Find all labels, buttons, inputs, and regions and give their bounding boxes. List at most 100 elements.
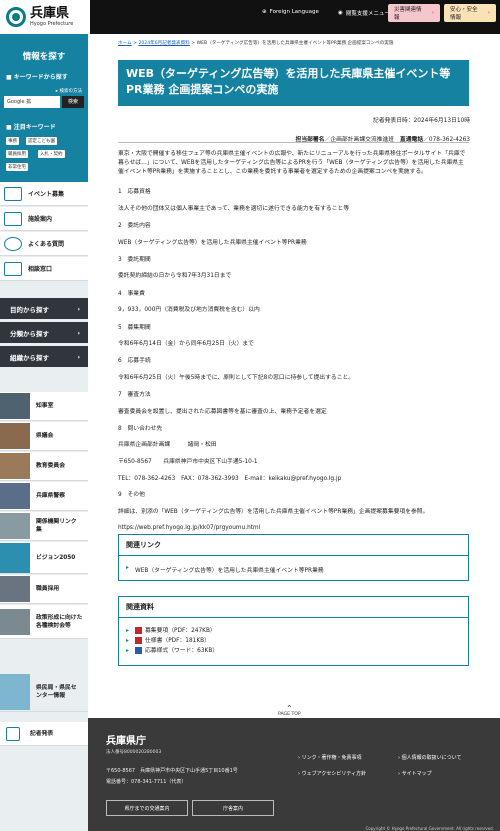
- browse-by-category-button[interactable]: 分類から探す ›: [0, 322, 88, 343]
- footer-link-copyright[interactable]: › リンク・著作権・免責事項: [298, 754, 362, 761]
- sidebar-item-label: イベント募集: [28, 191, 65, 198]
- browse-by-purpose-button[interactable]: 目的から探す ›: [0, 298, 88, 319]
- sidebar-link-police[interactable]: 兵庫県警察: [0, 482, 88, 511]
- search-howto-link[interactable]: ▸ 検索の方法: [56, 88, 82, 94]
- section-heading: 3 委託期間: [118, 257, 151, 263]
- browse-by-purpose-label: 目的から探す: [10, 305, 49, 314]
- related-orgs-photo: [0, 513, 30, 539]
- related-docs-heading: 関連資料: [119, 597, 468, 618]
- sidebar-link-governor[interactable]: 知事室: [0, 392, 88, 421]
- sidebar-link-label: 記者発表: [30, 730, 54, 737]
- section-body: 詳細は、別添の「WEB（ターゲティング広告等）を活用した兵庫県主催イベント等PR…: [118, 509, 429, 515]
- sidebar-item-events[interactable]: イベント募集: [0, 182, 88, 206]
- chevron-right-icon: ›: [431, 10, 434, 16]
- sidebar-link-press[interactable]: 記者発表: [0, 722, 88, 746]
- site-logo[interactable]: 兵庫県 Hyogo Prefecture: [0, 0, 90, 34]
- sidebar-link-related-orgs[interactable]: 関係機関リンク集: [0, 512, 88, 541]
- logo-title: 兵庫県: [30, 6, 70, 21]
- related-doc-link[interactable]: 募集要項（PDF：247KB）: [119, 626, 468, 636]
- chevron-right-icon: ›: [77, 352, 80, 361]
- sidebar-link-vision[interactable]: ビジョン2050: [0, 542, 88, 574]
- site-header: 兵庫県 Hyogo Prefecture ⊕ Foreign Language …: [0, 0, 500, 34]
- safety-info-button[interactable]: 安心・安全情報 ›: [444, 4, 496, 22]
- breadcrumb-parent[interactable]: 2024年6月記者発表資料: [138, 41, 189, 46]
- sidebar-item-facilities[interactable]: 施設案内: [0, 207, 88, 231]
- section-body: WEB（ターゲティング広告等）を活用した兵庫県主催イベント等PR業務: [118, 240, 307, 246]
- keyword-search-heading: ■ キーワードから探す: [6, 74, 68, 81]
- browse-by-organization-button[interactable]: 組織から探す ›: [0, 346, 88, 367]
- keyword-tag[interactable]: 事務: [6, 137, 19, 145]
- page-title: WEB（ターゲティング広告等）を活用した兵庫県主催イベント等PR業務 企画提案コ…: [118, 60, 469, 106]
- related-doc-label: 仕様書（PDF：181KB）: [145, 638, 210, 644]
- breadcrumb-current: WEB（ターゲティング広告等）を活用した兵庫県主催イベント等PR業務 企画提案コ…: [196, 41, 394, 46]
- access-guide-button[interactable]: 県庁までの交通案内: [106, 800, 188, 816]
- sidebar-link-recruitment[interactable]: 職員採用: [0, 575, 88, 604]
- building-guide-button[interactable]: 庁舎案内: [192, 800, 274, 816]
- divider: [118, 142, 469, 143]
- hyogo-map-image: [0, 673, 30, 710]
- globe-icon: ⊕: [262, 9, 267, 15]
- governor-photo: [0, 393, 30, 419]
- related-doc-label: 応募様式（ワード：63KB）: [145, 648, 219, 654]
- sidebar-link-assembly[interactable]: 県議会: [0, 422, 88, 451]
- section-body: 法人その他の団体又は個人事業主であって、業務を適切に遂行できる能力を有すること等: [118, 206, 350, 212]
- police-photo: [0, 483, 30, 509]
- related-doc-label: 募集要項（PDF：247KB）: [145, 628, 216, 634]
- sidebar-link-policy-meetings[interactable]: 政策形成に向けた各種検討会等: [0, 605, 88, 639]
- related-links-box: 関連リンク WEB（ターゲティング広告等）を活用した兵庫県主催イベント等PR業務: [118, 534, 469, 581]
- section-heading: 9 その他: [118, 492, 145, 498]
- chevron-right-icon: ›: [77, 328, 80, 337]
- breadcrumb-separator: >: [189, 41, 197, 46]
- foreign-language-link[interactable]: ⊕ Foreign Language: [262, 9, 319, 15]
- search-input[interactable]: Google 拡: [4, 96, 60, 108]
- sidebar-link-label: 職員採用: [36, 586, 60, 592]
- sidebar-item-faq[interactable]: よくある質問: [0, 232, 88, 256]
- section-heading: 2 委託内容: [118, 223, 151, 229]
- keyword-tag[interactable]: 職員採用: [6, 150, 28, 158]
- sidebar-link-regional-centers[interactable]: 県民局・県民センター情報: [0, 672, 88, 712]
- sidebar-item-label: 施設案内: [28, 216, 53, 223]
- footer-link-sitemap[interactable]: › サイトマップ: [398, 770, 432, 777]
- sidebar-title: 情報を探す: [22, 52, 66, 62]
- consultation-icon: [4, 261, 22, 276]
- footer-org-name: 兵庫県庁: [106, 736, 146, 747]
- sidebar-link-label: 関係機関リンク集: [36, 519, 77, 533]
- related-doc-link[interactable]: 仕様書（PDF：181KB）: [119, 636, 468, 646]
- section-heading: 7 審査方法: [118, 392, 151, 398]
- page-top-button[interactable]: ⌃ PAGE TOP: [278, 705, 301, 718]
- footer-tel: 電話番号：078-341-7711（代表）: [106, 779, 187, 785]
- inquiry-dept: 兵庫県企画部計画課 諸岡・松田: [118, 442, 217, 448]
- section-body: 令和6年6月25日（火）午後5時までに、原則として下記8の窓口に持参して提出する…: [118, 375, 355, 381]
- site-footer: 兵庫県庁 法人番号8000020280003 〒650-8567 兵庫県神戸市中…: [88, 718, 500, 831]
- footer-link-privacy[interactable]: › 個人情報の取扱いについて: [398, 754, 461, 761]
- sidebar-link-label: 県民局・県民センター情報: [36, 684, 77, 699]
- copyright: Copyright © Hyogo Prefectural Government…: [365, 826, 495, 831]
- search-button[interactable]: 検索: [62, 96, 84, 108]
- word-icon: [135, 647, 142, 654]
- browse-by-category-label: 分類から探す: [10, 329, 49, 338]
- sidebar-item-consultation[interactable]: 相談窓口: [0, 257, 88, 281]
- breadcrumb: ホーム > 2024年6月記者発表資料 > WEB（ターゲティング広告等）を活用…: [118, 40, 394, 46]
- inquiry-address: 〒650-8567 兵庫県神戸市中央区下山手通5-10-1: [118, 459, 258, 465]
- reading-support-link[interactable]: ◉ 閲覧支援メニュー: [338, 9, 390, 17]
- keyword-tag[interactable]: 認定こども園: [26, 137, 57, 145]
- prefecture-emblem-icon: [6, 7, 26, 27]
- sidebar-search-panel: 情報を探す ■ キーワードから探す ▸ 検索の方法 Google 拡 検索 ■ …: [0, 34, 88, 182]
- detail-url[interactable]: https://web.pref.hyogo.lg.jp/kk07/prgyou…: [118, 524, 469, 533]
- section-body: 審査委員会を設置し、提出された応募図書等を基に審査の上、業務予定者を選定: [118, 409, 327, 415]
- section-heading: 6 応募手続: [118, 358, 151, 364]
- related-link[interactable]: WEB（ターゲティング広告等）を活用した兵庫県主催イベント等PR業務: [119, 565, 468, 574]
- pen-icon: [6, 726, 20, 741]
- keyword-tag[interactable]: 入札・契約: [38, 150, 65, 158]
- keyword-tag[interactable]: 非常住宅: [6, 163, 28, 171]
- reading-support-label: 閲覧支援メニュー: [345, 11, 390, 17]
- footer-corp-number: 法人番号8000020280003: [106, 750, 162, 755]
- section-body: 委託契約締結の日から令和7年3月31日まで: [118, 273, 232, 279]
- footer-link-accessibility[interactable]: › ウェブアクセシビリティ方針: [298, 770, 366, 777]
- disaster-info-button[interactable]: 災害関連情報 ›: [388, 4, 440, 22]
- pdf-icon: [135, 637, 142, 644]
- breadcrumb-home[interactable]: ホーム: [118, 41, 132, 46]
- sidebar-link-education[interactable]: 教育委員会: [0, 452, 88, 481]
- related-doc-link[interactable]: 応募様式（ワード：63KB）: [119, 646, 468, 656]
- browse-by-organization-label: 組織から探す: [10, 353, 49, 362]
